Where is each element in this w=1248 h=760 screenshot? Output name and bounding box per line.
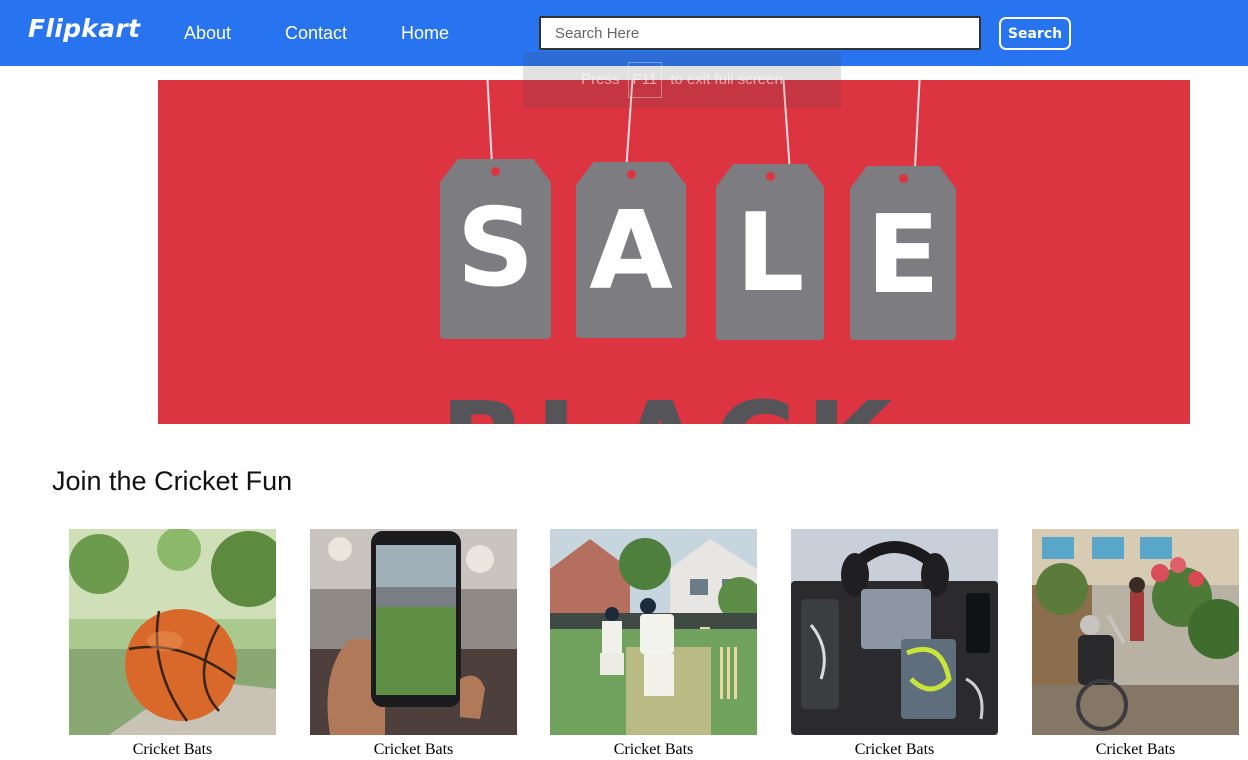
tag-string (913, 80, 921, 178)
product-image-phone[interactable] (310, 529, 517, 735)
product-image-headphones[interactable] (791, 529, 998, 735)
sale-tag: S (440, 159, 551, 339)
search-button[interactable]: Search (999, 17, 1071, 50)
product-label[interactable]: Cricket Bats (1032, 741, 1239, 759)
fullscreen-hint-key: F11 (627, 62, 663, 98)
product-card[interactable]: Cricket Bats (69, 529, 276, 759)
sale-tag: L (716, 164, 824, 340)
product-image-cricket[interactable] (550, 529, 757, 735)
product-label[interactable]: Cricket Bats (791, 741, 998, 759)
nav-link-contact[interactable]: Contact (285, 23, 347, 44)
cricket-match-image (550, 529, 757, 735)
tag-hole (491, 167, 500, 176)
phone-image (310, 529, 517, 735)
product-image-garden[interactable] (1032, 529, 1239, 735)
tag-hole (898, 174, 908, 183)
product-card[interactable]: Cricket Bats (310, 529, 517, 759)
tag-letter: A (589, 189, 673, 314)
product-card[interactable]: Cricket Bats (550, 529, 757, 759)
sale-tag: E (850, 166, 956, 340)
search-input[interactable] (539, 16, 981, 50)
nav-link-home[interactable]: Home (401, 23, 449, 44)
nav-link-about[interactable]: About (184, 23, 231, 44)
brand-logo[interactable]: Flipkart (28, 14, 140, 43)
headphones-image (791, 529, 998, 735)
fullscreen-hint-suffix: to exit full screen (670, 71, 783, 88)
sale-tag: A (576, 162, 686, 338)
product-label[interactable]: Cricket Bats (69, 741, 276, 759)
basketball-image (69, 529, 276, 735)
section-title: Join the Cricket Fun (52, 466, 293, 496)
sale-banner: S A L E BLACK (158, 80, 1190, 424)
tag-hole (626, 170, 636, 179)
product-card[interactable]: Cricket Bats (791, 529, 998, 759)
fullscreen-hint-prefix: Press (581, 71, 620, 88)
product-label[interactable]: Cricket Bats (310, 741, 517, 759)
tag-letter: S (456, 186, 535, 311)
product-label[interactable]: Cricket Bats (550, 741, 757, 759)
garden-image (1032, 529, 1239, 735)
tag-letter: L (735, 191, 805, 316)
product-card[interactable]: Cricket Bats (1032, 529, 1239, 759)
tag-letter: E (866, 193, 940, 318)
tag-hole (765, 172, 775, 181)
fullscreen-hint: Press F11 to exit full screen (523, 52, 841, 108)
banner-bottom-word: BLACK (440, 388, 902, 424)
product-image-basketball[interactable] (69, 529, 276, 735)
